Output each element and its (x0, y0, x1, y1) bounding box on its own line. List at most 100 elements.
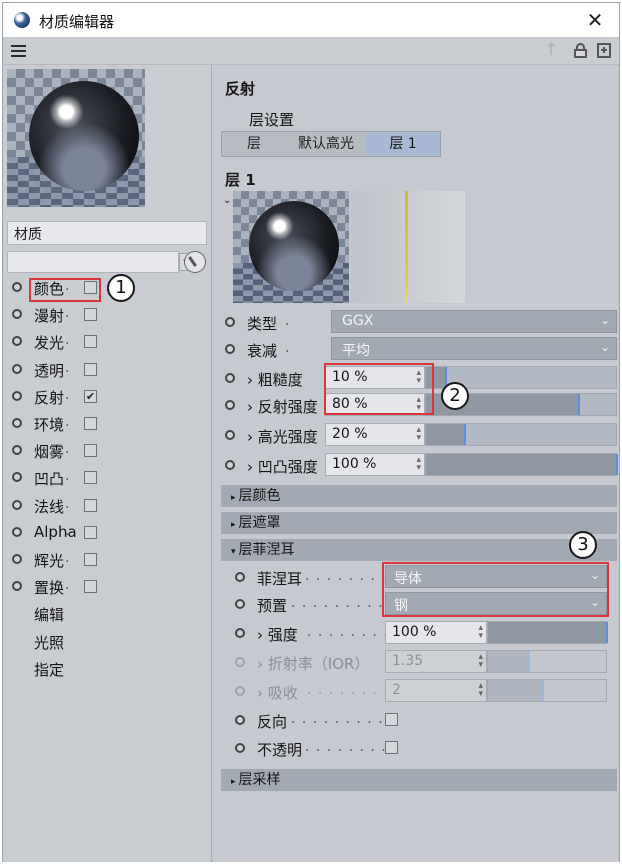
material-name-field[interactable]: 材质 (7, 221, 207, 245)
layer-tabs: 层 默认高光 层 1 (221, 131, 441, 157)
channel-extra-item[interactable]: 指定 (3, 656, 212, 680)
picker-icon[interactable] (184, 251, 206, 273)
channel-extra-item[interactable]: 光照 (3, 629, 212, 653)
ior-label: › 折射率（IOR） (257, 655, 370, 673)
channel-item[interactable]: 法线. (3, 493, 212, 517)
radio-icon[interactable] (12, 445, 22, 455)
channel-item[interactable]: 环境. (3, 411, 212, 435)
group-layer-sampling[interactable]: ▸ 层采样 (221, 769, 617, 791)
animate-radio-icon[interactable] (235, 743, 245, 753)
invert-checkbox[interactable] (385, 713, 398, 726)
attenuation-row: 衰减 . 平均 ⌄ (213, 336, 619, 362)
new-window-icon[interactable] (597, 43, 611, 58)
animate-radio-icon[interactable] (235, 599, 245, 609)
brdf-preview (351, 191, 465, 303)
radio-icon[interactable] (12, 336, 22, 346)
animate-radio-icon[interactable] (225, 344, 235, 354)
channel-label: 法线 (34, 498, 65, 516)
animate-radio-icon[interactable] (225, 460, 235, 470)
group-layer-color[interactable]: ▸ 层颜色 (221, 485, 617, 507)
group-layer-mask[interactable]: ▸ 层遮罩 (221, 512, 617, 534)
radio-icon[interactable] (12, 282, 22, 292)
channel-checkbox[interactable] (84, 417, 97, 430)
animate-radio-icon[interactable] (225, 430, 235, 440)
preset-label: 预置 (257, 597, 288, 615)
channel-checkbox[interactable] (84, 363, 97, 376)
channel-checkbox[interactable] (84, 580, 97, 593)
channel-item[interactable]: 置换. (3, 574, 212, 598)
material-dropdown[interactable]: ▾ (7, 251, 192, 273)
chevron-down-icon: ⌄ (599, 313, 610, 327)
channel-item[interactable]: 凹凸. (3, 465, 212, 489)
animate-radio-icon[interactable] (235, 572, 245, 582)
tab-default-specular[interactable]: 默认高光 (286, 132, 366, 156)
radio-icon[interactable] (12, 364, 22, 374)
animate-radio-icon[interactable] (225, 400, 235, 410)
channel-item[interactable]: 辉光. (3, 547, 212, 571)
radio-icon[interactable] (12, 391, 22, 401)
param-label: › 凹凸强度 (247, 458, 318, 476)
radio-icon[interactable] (12, 527, 22, 537)
close-icon[interactable]: ✕ (583, 8, 607, 32)
param-input[interactable]: 100 % ▴ ▾ (325, 453, 425, 476)
channel-checkbox[interactable] (84, 471, 97, 484)
radio-icon[interactable] (12, 554, 22, 564)
attenuation-select[interactable]: 平均 ⌄ (331, 337, 617, 360)
layer-settings-label: 层设置 (249, 111, 295, 129)
expand-icon: ▸ (231, 520, 236, 530)
radio-icon[interactable] (12, 472, 22, 482)
annotation-badge: 2 (441, 382, 469, 410)
animate-radio-icon[interactable] (235, 628, 245, 638)
strength-slider[interactable] (487, 621, 608, 644)
channel-extra-item[interactable]: 编辑 (3, 601, 212, 625)
animate-radio-icon[interactable] (225, 317, 235, 327)
animate-radio-icon[interactable] (225, 373, 235, 383)
channel-checkbox[interactable] (84, 526, 97, 539)
channel-item[interactable]: 漫射. (3, 302, 212, 326)
layer-title: 层 1 (225, 171, 256, 189)
fresnel-absorb-row: › 吸收 . . . . . . . . 2 ▴ ▾ (213, 678, 619, 704)
app-icon (14, 12, 30, 28)
animate-radio-icon (235, 657, 245, 667)
channel-item[interactable]: 反射. ✔ (3, 384, 212, 408)
param-slider[interactable] (425, 423, 617, 446)
radio-icon[interactable] (12, 500, 22, 510)
channel-item[interactable]: 发光. (3, 329, 212, 353)
channel-checkbox[interactable] (84, 444, 97, 457)
strength-input[interactable]: 100 % ▴ ▾ (385, 621, 487, 644)
type-select[interactable]: GGX ⌄ (331, 310, 617, 333)
opaque-label: 不透明 (257, 741, 303, 759)
param-label: › 反射强度 (247, 398, 318, 416)
radio-icon[interactable] (12, 418, 22, 428)
absorb-slider (487, 679, 607, 702)
material-preview[interactable] (7, 69, 145, 207)
channel-item[interactable]: 透明. (3, 357, 212, 381)
channel-checkbox[interactable] (84, 553, 97, 566)
channel-checkbox[interactable] (84, 499, 97, 512)
channel-extra-label: 编辑 (34, 606, 65, 624)
absorb-label: › 吸收 (257, 684, 298, 702)
param-input[interactable]: 20 % ▴ ▾ (325, 423, 425, 446)
channel-checkbox[interactable] (84, 335, 97, 348)
lock-icon[interactable] (574, 43, 587, 58)
channel-label: 烟雾 (34, 443, 65, 461)
animate-radio-icon[interactable] (235, 715, 245, 725)
tab-layer-1[interactable]: 层 1 (366, 132, 440, 156)
annotation-badge: 3 (569, 531, 597, 559)
chevron-down-icon[interactable]: ⌄ (223, 195, 231, 206)
spinner-icon: ▴ ▾ (416, 425, 421, 443)
radio-icon[interactable] (12, 309, 22, 319)
channel-item[interactable]: Alpha. (3, 520, 212, 544)
channel-item[interactable]: 烟雾. (3, 438, 212, 462)
radio-icon[interactable] (12, 581, 22, 591)
layer-preview (233, 191, 349, 303)
param-slider[interactable] (425, 453, 618, 476)
group-layer-fresnel[interactable]: ▾ 层菲涅耳 (221, 539, 617, 561)
menu-icon[interactable] (11, 45, 26, 57)
channel-checkbox[interactable]: ✔ (84, 390, 97, 403)
tab-layer[interactable]: 层 (222, 132, 286, 156)
arrow-up-icon[interactable]: ↑ (544, 40, 558, 60)
channel-checkbox[interactable] (84, 308, 97, 321)
channel-label: 反射 (34, 389, 65, 407)
opaque-checkbox[interactable] (385, 741, 398, 754)
